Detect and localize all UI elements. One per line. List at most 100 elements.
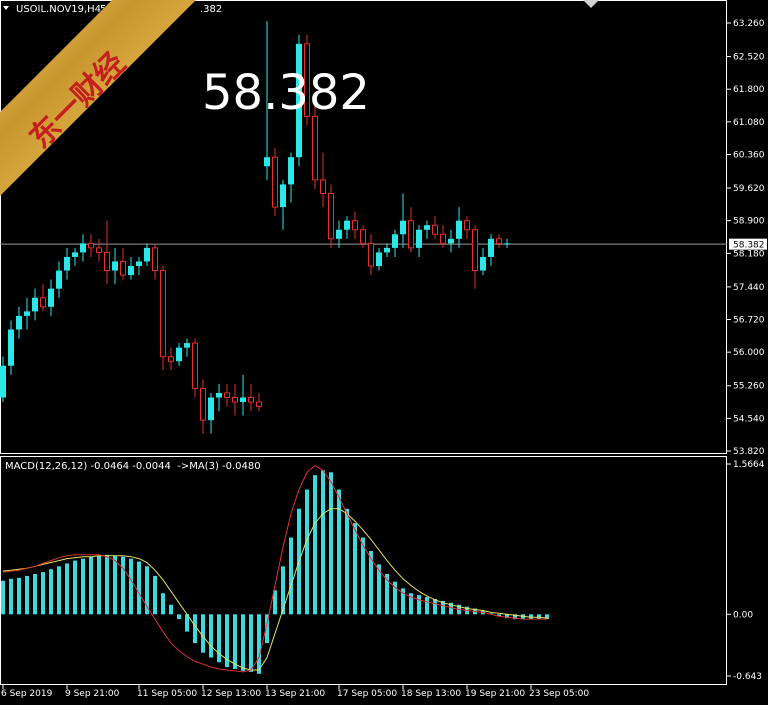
macd-histogram-bar — [105, 554, 109, 615]
macd-histogram-bar — [17, 577, 21, 615]
macd-histogram-bar — [177, 614, 181, 620]
candle-body — [456, 220, 462, 239]
macd-histogram-bar — [89, 556, 93, 615]
macd-histogram-bar — [337, 489, 341, 615]
candle-body — [392, 234, 398, 248]
macd-histogram-bar — [121, 556, 125, 615]
price-tick-label: 59.620 — [733, 184, 765, 194]
candle-body — [104, 251, 110, 272]
macd-histogram-bar — [49, 569, 53, 615]
candle-body — [352, 220, 358, 231]
candle-body — [248, 397, 254, 403]
macd-histogram-bar — [137, 561, 141, 615]
candle-body — [24, 311, 30, 316]
trading-chart: 63.260 62.520 61.800 61.080 60.360 59.620 58.9… — [0, 0, 767, 699]
macd-histogram-bar — [361, 537, 365, 615]
time-tick-label: 18 Sep 13:00 — [401, 689, 461, 699]
macd-histogram-bar — [1, 580, 5, 615]
candle-body — [384, 247, 390, 253]
time-axis: 6 Sep 2019 9 Sep 21:00 11 Sep 05:00 12 Sep … — [1, 685, 589, 699]
macd-tick-label: -0.643 — [733, 672, 762, 682]
macd-histogram-bar — [249, 614, 253, 672]
time-tick-label: 12 Sep 13:00 — [201, 689, 261, 699]
price-tick-label: 57.440 — [733, 283, 765, 293]
macd-tick-label: 1.5664 — [733, 460, 765, 470]
candle-body — [224, 392, 230, 398]
current-price-label: 58.382 — [733, 241, 765, 251]
macd-histogram-bar — [305, 489, 309, 615]
macd-histogram-bar — [425, 597, 429, 615]
candle-body — [264, 157, 270, 167]
candle-body — [72, 252, 78, 257]
price-axis: 63.260 62.520 61.800 61.080 60.360 59.620 58.9… — [727, 19, 765, 457]
time-tick-label: 11 Sep 05:00 — [137, 689, 197, 699]
symbol-label: USOIL.NOV19,H4 — [16, 4, 101, 15]
macd-tick-label: 0.00 — [733, 610, 753, 620]
candle-body — [88, 242, 94, 249]
price-tick-label: 55.260 — [733, 382, 765, 392]
candle-body — [424, 225, 430, 230]
price-tick-label: 56.720 — [733, 316, 765, 326]
time-tick-label: 6 Sep 2019 — [1, 689, 53, 699]
candle-body — [376, 252, 382, 267]
macd-axis: 1.5664 0.00 -0.643 — [727, 460, 765, 682]
candle-body — [64, 256, 70, 271]
price-tick-label: 61.800 — [733, 85, 765, 95]
candle-body — [448, 238, 454, 244]
macd-histogram-bar — [169, 604, 173, 615]
candle-body — [280, 184, 286, 208]
macd-histogram-bar — [241, 614, 245, 671]
candle-body — [40, 297, 46, 308]
time-tick-label: 9 Sep 21:00 — [65, 689, 120, 699]
candle-body — [112, 261, 118, 271]
candle-body — [368, 242, 374, 267]
price-tick-label: 63.260 — [733, 19, 765, 29]
time-tick-label: 23 Sep 05:00 — [529, 689, 589, 699]
macd-histogram-bar — [97, 555, 101, 615]
candle-body — [0, 365, 6, 398]
macd-histogram-bar — [345, 508, 349, 615]
candle-body — [320, 179, 326, 194]
macd-histogram-bar — [161, 593, 165, 615]
candle-body — [240, 397, 246, 403]
candle-body — [192, 342, 198, 389]
candle-body — [136, 261, 142, 267]
macd-histogram-bar — [73, 560, 77, 615]
macd-histogram-bar — [193, 614, 197, 644]
candle-body — [160, 270, 166, 358]
time-tick-label: 19 Sep 21:00 — [465, 689, 525, 699]
macd-histogram-bar — [57, 566, 61, 615]
candle-body — [16, 315, 22, 330]
candle-body — [496, 238, 502, 244]
collapse-arrow-icon[interactable] — [583, 0, 599, 8]
macd-histogram-bar — [417, 595, 421, 615]
price-tick-label: 54.540 — [733, 414, 765, 424]
candle-body — [360, 229, 366, 244]
candle-body — [144, 247, 150, 262]
macd-title: MACD(12,26,12) -0.0464 -0.0044 ->MA(3) -… — [5, 461, 261, 472]
macd-histogram-bar — [153, 575, 157, 615]
candle-body — [216, 392, 222, 398]
macd-histogram-bar — [257, 614, 261, 674]
candle-body — [184, 343, 190, 348]
macd-histogram-bar — [289, 537, 293, 615]
time-tick-label: 17 Sep 05:00 — [337, 689, 397, 699]
price-tick-label: 53.820 — [733, 447, 765, 457]
macd-histogram-bar — [25, 575, 29, 615]
candle-body — [152, 247, 158, 272]
candle-body — [32, 297, 38, 312]
dropdown-triangle-icon[interactable] — [3, 6, 9, 10]
price-tick-label: 58.180 — [733, 249, 765, 259]
macd-histogram-bar — [113, 555, 117, 615]
candle-body — [128, 266, 134, 276]
candle-body — [504, 243, 510, 245]
candle-body — [480, 256, 486, 271]
macd-histogram-bar — [9, 578, 13, 615]
candle-body — [344, 220, 350, 230]
price-tick-label: 61.080 — [733, 118, 765, 128]
candle-body — [48, 288, 54, 307]
candle-body — [80, 243, 86, 253]
macd-histogram-bar — [41, 572, 45, 615]
macd-histogram-bar — [81, 558, 85, 615]
candle-body — [288, 157, 294, 185]
